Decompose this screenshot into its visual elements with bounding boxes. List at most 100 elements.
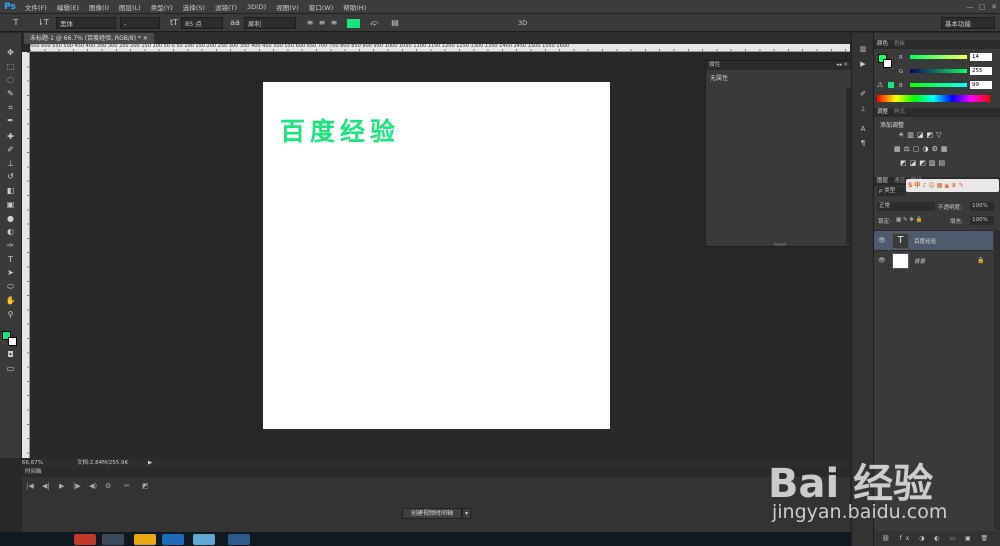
character-panel-icon[interactable]: ▤ — [389, 17, 401, 29]
marquee-tool-icon[interactable]: ⬚ — [4, 61, 17, 72]
font-size-select[interactable]: 85 点 — [181, 17, 223, 29]
audio-icon[interactable]: ◀) — [89, 482, 97, 490]
red-track[interactable] — [910, 55, 967, 59]
settings-icon[interactable]: ⚙ — [105, 482, 111, 490]
menu-select[interactable]: 选择(S) — [178, 2, 210, 12]
tab-layers[interactable]: 图层 — [877, 178, 888, 184]
character-icon[interactable]: A — [857, 125, 869, 135]
font-family-select[interactable]: 黑体 — [56, 17, 116, 29]
green-value[interactable]: 255 — [970, 67, 992, 75]
eyedropper-icon[interactable]: ✒ — [4, 115, 17, 126]
menu-file[interactable]: 文件(F) — [20, 2, 52, 12]
path-select-icon[interactable]: ➤ — [4, 267, 17, 278]
tab-swatches[interactable]: 色板 — [894, 41, 905, 47]
canvas-text-layer[interactable]: 百度经验 — [280, 112, 400, 148]
background-color[interactable] — [8, 337, 17, 346]
play-icon[interactable]: ▶ — [59, 482, 64, 490]
history-brush-icon[interactable]: ↺ — [4, 171, 17, 182]
align-left-icon[interactable]: ≡ — [304, 17, 316, 29]
document-tab[interactable]: 未标题-1 @ 66.7% (百度经验, RGB/8) * ✕ — [24, 33, 154, 44]
tab-color[interactable]: 颜色 — [877, 41, 888, 47]
opacity-field[interactable]: 100% — [970, 202, 994, 211]
layer-filter-select[interactable]: ρ 类型 — [877, 187, 905, 196]
maximize-icon[interactable]: □ — [976, 2, 988, 12]
fill-field[interactable]: 100% — [970, 216, 994, 225]
blur-icon[interactable]: ● — [4, 213, 17, 224]
workspace-select[interactable]: 基本功能 — [941, 17, 995, 29]
menu-filter[interactable]: 滤镜(T) — [210, 2, 242, 12]
blue-value[interactable]: 99 — [970, 81, 992, 89]
visibility-eye-icon[interactable]: 👁 — [878, 257, 886, 264]
layer-name[interactable]: 百度经验 — [914, 237, 936, 245]
menu-layer[interactable]: 图层(L) — [114, 2, 146, 12]
taskbar-app-icon[interactable] — [134, 534, 156, 545]
color-spectrum[interactable] — [877, 95, 990, 102]
panel-controls-icon[interactable]: ◂◂ ✕ — [836, 61, 848, 70]
adjustment-icons-row2[interactable]: ▦⚖▢◑⚙▦ — [894, 145, 951, 153]
taskbar-app-icon[interactable] — [228, 534, 250, 545]
move-tool-icon[interactable]: ✥ — [4, 47, 17, 58]
zoom-tool-icon[interactable]: ⚲ — [4, 309, 17, 320]
resize-grip[interactable] — [774, 243, 786, 246]
menu-image[interactable]: 图像(I) — [84, 2, 114, 12]
brush-presets-icon[interactable]: ✐ — [857, 90, 869, 100]
type-tool-icon[interactable]: T — [4, 254, 17, 265]
adjustment-icons-row1[interactable]: ☀▥◪◩▽ — [898, 131, 945, 139]
eraser-icon[interactable]: ◧ — [4, 185, 17, 196]
hand-tool-icon[interactable]: ✋ — [4, 295, 17, 306]
taskbar-app-icon[interactable] — [193, 534, 215, 545]
first-frame-icon[interactable]: |◀ — [26, 482, 34, 490]
transition-icon[interactable]: ◩ — [142, 482, 149, 490]
type-tool-icon[interactable]: T — [10, 17, 22, 29]
font-style-select[interactable]: - — [120, 17, 160, 29]
tab-adjustments[interactable]: 调整 — [877, 109, 888, 115]
shape-tool-icon[interactable]: ⬭ — [4, 281, 17, 292]
anti-alias-select[interactable]: 犀利 — [244, 17, 296, 29]
tab-channels[interactable]: 通道 — [894, 178, 905, 184]
crop-tool-icon[interactable]: ⌗ — [4, 102, 17, 113]
layer-row-text[interactable]: 👁 T 百度经验 — [874, 230, 993, 250]
status-menu-arrow[interactable]: ▶ — [148, 458, 152, 468]
gradient-icon[interactable]: ▣ — [4, 199, 17, 210]
quick-mask-icon[interactable]: ◘ — [4, 349, 17, 360]
clone-stamp-icon[interactable]: ⊥ — [4, 158, 17, 169]
dodge-icon[interactable]: ◐ — [4, 226, 17, 237]
taskbar-app-icon[interactable] — [74, 534, 96, 545]
red-slider[interactable]: R 14 — [877, 53, 999, 63]
close-icon[interactable]: ✕ — [988, 2, 1000, 12]
adjustment-icons-row3[interactable]: ◩◪◩▨▤ — [900, 159, 948, 167]
blend-mode-select[interactable]: 正常 — [877, 202, 935, 211]
taskbar-app-icon[interactable] — [102, 534, 124, 545]
document-canvas[interactable]: 百度经验 — [263, 82, 610, 429]
actions-icon[interactable]: ▶ — [857, 60, 869, 70]
menu-view[interactable]: 视图(V) — [271, 2, 304, 12]
prev-frame-icon[interactable]: ◀| — [42, 482, 50, 490]
taskbar-app-icon[interactable] — [162, 534, 184, 545]
green-slider[interactable]: G 255 — [877, 67, 999, 77]
ime-toolbar[interactable]: S 中 ♪ ☺ ▦ ▲ ♛ ✎ — [906, 179, 999, 192]
menu-help[interactable]: 帮助(H) — [338, 2, 371, 12]
visibility-eye-icon[interactable]: 👁 — [878, 237, 886, 244]
quick-select-icon[interactable]: ✎ — [4, 88, 17, 99]
warp-text-icon[interactable]: ⤽ — [368, 17, 380, 29]
screen-mode-icon[interactable]: ▭ — [4, 363, 17, 374]
history-icon[interactable]: ▥ — [857, 45, 869, 55]
layer-name[interactable]: 背景 — [914, 257, 925, 265]
menu-type[interactable]: 类型(Y) — [146, 2, 178, 12]
create-video-timeline-button[interactable]: 创建视频时间轴 — [402, 508, 462, 519]
properties-header[interactable]: 属性 ◂◂ ✕ — [706, 61, 852, 70]
menu-3d[interactable]: 3D(D) — [242, 3, 271, 11]
timeline-dropdown-icon[interactable]: ▾ — [462, 508, 471, 519]
paragraph-icon[interactable]: ¶ — [857, 139, 869, 149]
lasso-tool-icon[interactable]: ◌ — [4, 74, 17, 85]
align-center-icon[interactable]: ≡ — [316, 17, 328, 29]
blue-track[interactable] — [910, 83, 967, 87]
green-track[interactable] — [910, 69, 967, 73]
minimize-icon[interactable]: — — [964, 2, 976, 12]
lock-icons[interactable]: ▦ ✎ ✥ 🔒 — [896, 217, 923, 223]
blue-slider[interactable]: B 99 — [877, 81, 999, 91]
zoom-level[interactable]: 66.67% — [22, 458, 43, 468]
tab-styles[interactable]: 样式 — [894, 109, 905, 115]
3d-mode-label[interactable]: 3D — [518, 17, 527, 29]
align-right-icon[interactable]: ≡ — [328, 17, 340, 29]
